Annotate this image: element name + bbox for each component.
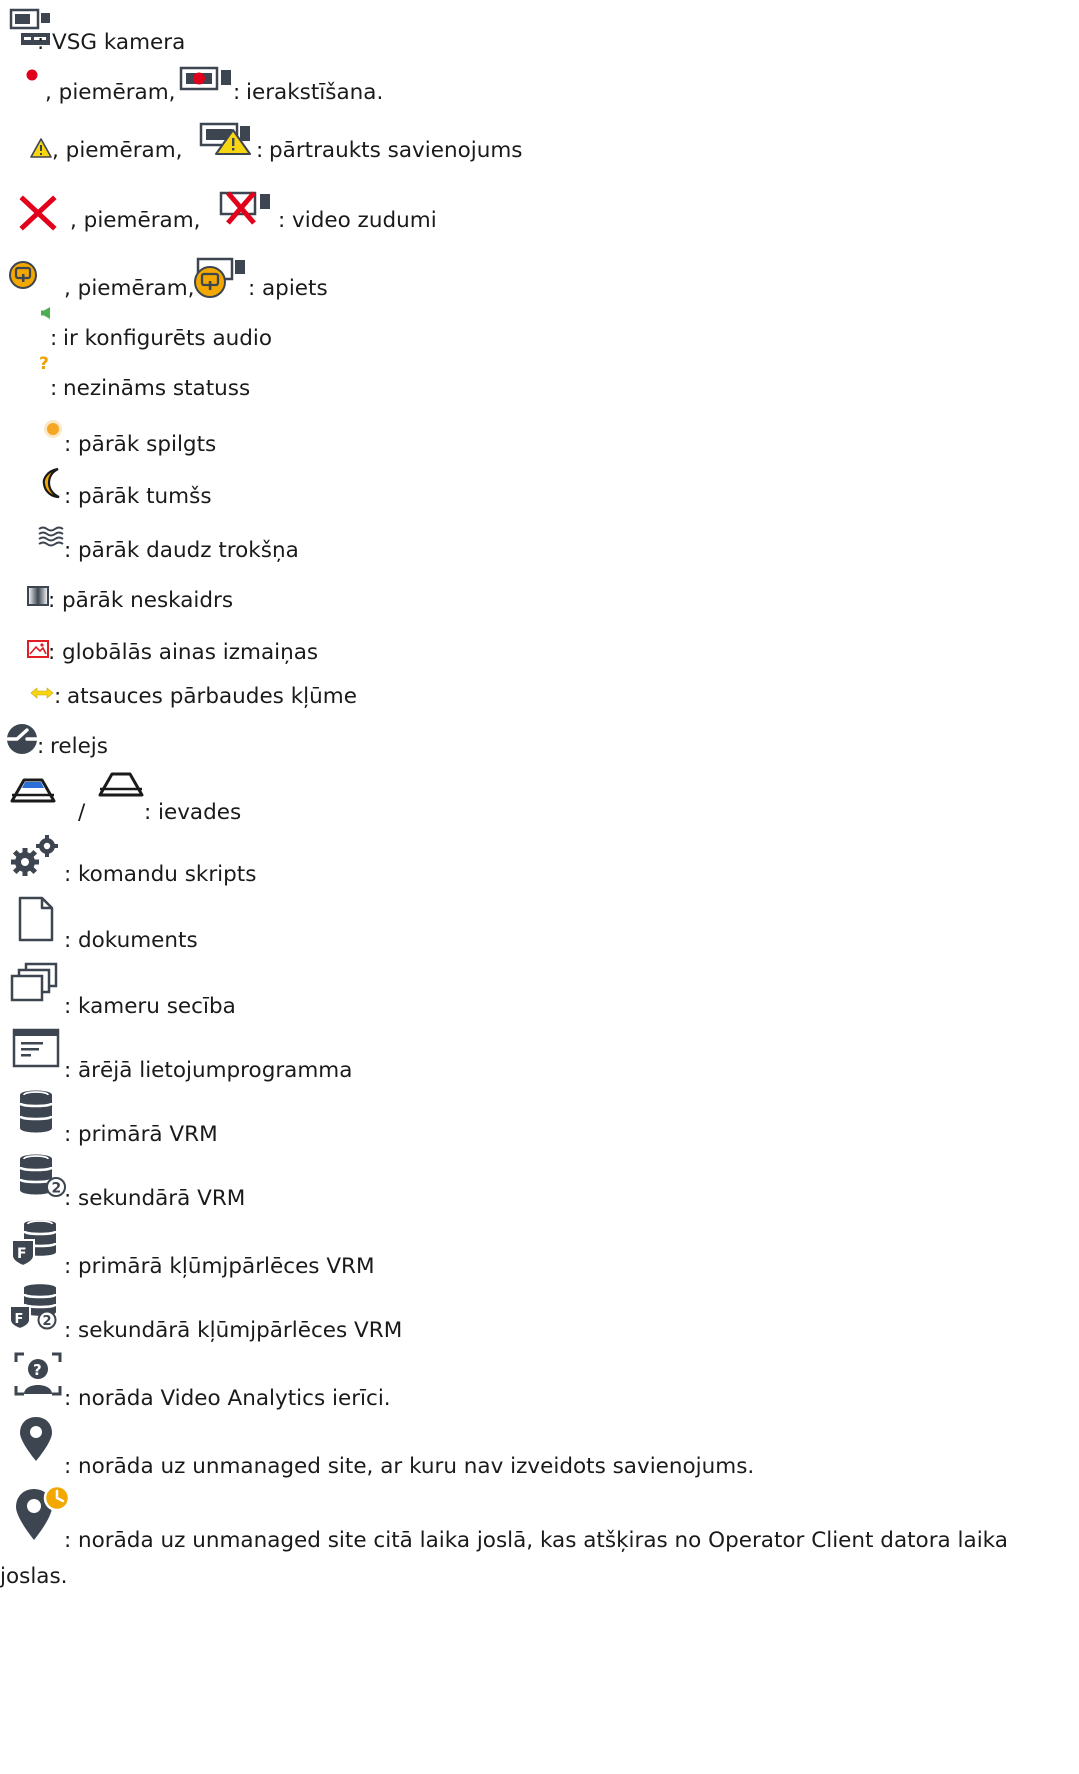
legend-row-too-noisy: : pārāk daudz trokšņa bbox=[0, 520, 1079, 580]
legend-label: relejs bbox=[50, 734, 108, 759]
sequence-icon bbox=[10, 962, 62, 1004]
legend-label: atsauces pārbaudes kļūme bbox=[67, 684, 357, 709]
bypass-camera-icon bbox=[190, 256, 248, 300]
legend-row-video-loss: , piemēram, : video zudumi bbox=[0, 190, 1079, 250]
legend-label: pārāk daudz trokšņa bbox=[78, 538, 299, 563]
legend-row-secondary-failover-vrm: F 2 : sekundārā kļūmjpārlēces VRM bbox=[0, 1282, 1079, 1343]
input-inactive-icon bbox=[98, 772, 144, 798]
database-secondary-failover-icon: F 2 bbox=[8, 1282, 66, 1331]
legend-row-disconnected: , piemēram, : pārtraukts savienojums bbox=[0, 122, 1079, 182]
legend-row-inputs: / : ievades bbox=[0, 770, 1079, 830]
database-icon bbox=[18, 1088, 54, 1134]
legend-row-document: : dokuments bbox=[0, 894, 1079, 954]
legend-row-unmanaged-site-timezone: : norāda uz unmanaged site citā laika jo… bbox=[0, 1484, 1079, 1594]
legend-label: primārā VRM bbox=[78, 1122, 218, 1147]
legend-label: ievades bbox=[158, 800, 242, 825]
legend-row-camera-sequence: : kameru secība bbox=[0, 960, 1079, 1020]
legend-row-unknown-state: ? : nezināms statuss bbox=[38, 354, 251, 401]
recording-camera-icon bbox=[179, 66, 232, 92]
legend-row-external-application: : ārējā lietojumprogramma bbox=[0, 1028, 1079, 1088]
legend-label-continued: joslas. bbox=[0, 1564, 68, 1589]
legend-row-command-script: : komandu skripts bbox=[0, 832, 1079, 892]
video-loss-camera-icon bbox=[219, 190, 274, 226]
svg-text:?: ? bbox=[33, 1361, 42, 1379]
legend-label: norāda Video Analytics ierīci. bbox=[78, 1386, 391, 1411]
legend-label: apiets bbox=[262, 276, 328, 301]
document-page: { "legend": { "vsg_camera": "VSG kamera"… bbox=[0, 0, 1079, 1774]
disconnected-camera-icon bbox=[199, 122, 256, 158]
legend-row-too-bright: : pārāk spilgts bbox=[0, 414, 1079, 474]
legend-label: sekundārā kļūmjpārlēces VRM bbox=[78, 1318, 403, 1343]
database-secondary-icon: 2 bbox=[18, 1152, 68, 1198]
location-pin-icon bbox=[18, 1416, 54, 1462]
svg-text:?: ? bbox=[39, 354, 49, 374]
legend-row-relay: : relejs bbox=[0, 718, 1079, 778]
legend-label: pārāk tumšs bbox=[78, 484, 212, 509]
svg-text:2: 2 bbox=[52, 1181, 62, 1197]
question-mark-icon: ? bbox=[38, 354, 52, 374]
video-analytics-icon: ? bbox=[14, 1352, 62, 1396]
warning-icon bbox=[30, 138, 52, 158]
legend-row-primary-failover-vrm: F : primārā kļūmjpārlēces VRM bbox=[0, 1218, 1079, 1279]
sun-icon bbox=[42, 418, 64, 440]
blur-icon bbox=[27, 586, 49, 606]
bypass-icon bbox=[8, 260, 38, 290]
database-failover-icon: F bbox=[10, 1218, 60, 1268]
legend-row-secondary-vrm: 2 : sekundārā VRM bbox=[0, 1152, 1079, 1212]
legend-label: komandu skripts bbox=[78, 862, 257, 887]
vsg-camera-icon bbox=[9, 8, 52, 48]
legend-label: pārtraukts savienojums bbox=[269, 138, 523, 163]
application-window-icon bbox=[12, 1028, 60, 1068]
recording-dot-icon bbox=[25, 68, 39, 82]
legend-label: nezināms statuss bbox=[63, 376, 251, 401]
relay-icon bbox=[5, 722, 39, 756]
input-active-icon bbox=[10, 778, 56, 804]
legend-label: sekundārā VRM bbox=[78, 1186, 246, 1211]
legend-row-recording: , piemēram, : ierakstīšana. bbox=[0, 66, 1079, 126]
inputs-separator: / bbox=[78, 800, 86, 825]
moon-icon bbox=[42, 467, 64, 499]
legend-label: VSG kamera bbox=[52, 30, 186, 55]
legend-label: dokuments bbox=[78, 928, 198, 953]
legend-label: globālās ainas izmaiņas bbox=[62, 640, 319, 665]
legend-row-primary-vrm: : primārā VRM bbox=[0, 1088, 1079, 1148]
legend-label: pārāk spilgts bbox=[78, 432, 217, 457]
noise-icon bbox=[38, 526, 66, 547]
svg-text:F: F bbox=[15, 1312, 24, 1327]
svg-text:F: F bbox=[17, 1246, 27, 1262]
legend-label: norāda uz unmanaged site citā laika josl… bbox=[78, 1528, 1008, 1553]
speaker-icon bbox=[40, 306, 52, 320]
document-icon bbox=[18, 896, 54, 942]
legend-label: ir konfigurēts audio bbox=[63, 326, 273, 351]
legend-label: norāda uz unmanaged site, ar kuru nav iz… bbox=[78, 1454, 755, 1479]
legend-row-too-dark: : pārāk tumšs bbox=[0, 466, 1079, 526]
legend-label: ārējā lietojumprogramma bbox=[78, 1058, 353, 1083]
svg-text:2: 2 bbox=[43, 1314, 52, 1329]
legend-row-too-blurry: : pārāk neskaidrs bbox=[0, 574, 1079, 634]
legend-label: ierakstīšana. bbox=[246, 80, 384, 105]
legend-row-unmanaged-site: : norāda uz unmanaged site, ar kuru nav … bbox=[0, 1416, 1079, 1479]
legend-label: pārāk neskaidrs bbox=[62, 588, 234, 613]
legend-label: video zudumi bbox=[292, 208, 437, 233]
legend-label: kameru secība bbox=[78, 994, 236, 1019]
legend-label: primārā kļūmjpārlēces VRM bbox=[78, 1254, 375, 1279]
image-change-icon bbox=[27, 640, 49, 658]
legend-row-vsg-camera: : VSG kamera bbox=[0, 8, 1079, 68]
video-loss-x-icon bbox=[19, 195, 57, 231]
double-arrow-icon bbox=[30, 686, 54, 700]
gears-icon bbox=[10, 834, 62, 876]
legend-row-video-analytics: ? : norāda Video Analytics ierīci. bbox=[0, 1352, 1079, 1412]
